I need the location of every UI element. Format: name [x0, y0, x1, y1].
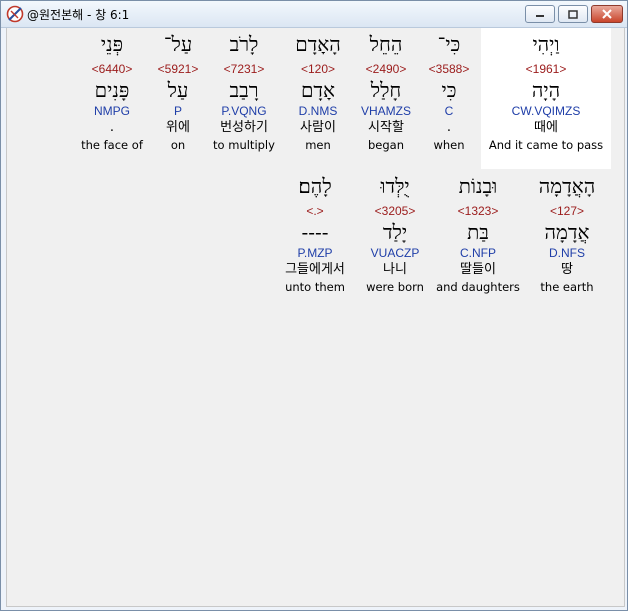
english-gloss: the earth	[540, 280, 594, 294]
hebrew-word: הָאֲדָמָה	[538, 174, 596, 198]
korean-gloss: 나니	[383, 262, 407, 277]
english-gloss: and daughters	[436, 280, 520, 294]
maximize-button[interactable]	[558, 5, 588, 23]
minimize-button[interactable]	[525, 5, 555, 23]
minimize-icon	[536, 15, 544, 17]
lexical-form: בַּת	[467, 220, 489, 244]
lexical-form: יָלַד	[382, 220, 408, 244]
interlinear-panel: וַיְהִי <1961> הָיָה CW.VQIMZS 때에 And it…	[6, 28, 625, 607]
morphology-code: NMPG	[94, 104, 130, 118]
title-bar[interactable]: @원전본해 - 창 6:1	[1, 1, 627, 28]
korean-gloss: 그들에게서	[285, 262, 345, 277]
korean-gloss: .	[109, 120, 115, 135]
hebrew-word: וַיְהִי	[532, 32, 560, 56]
morphology-code: C.NFP	[460, 246, 496, 260]
word-cell[interactable]: יֻלְּדוּ <3205> יָלַד VUACZP 나니 were bor…	[350, 174, 440, 296]
english-gloss: And it came to pass	[488, 138, 604, 152]
close-icon	[602, 9, 612, 19]
strong-number[interactable]: <3205>	[350, 204, 440, 220]
morphology-code: D.NFS	[549, 246, 585, 260]
english-gloss: unto them	[285, 280, 345, 294]
english-gloss: were born	[366, 280, 424, 294]
app-window: @원전본해 - 창 6:1 וַיְהִי <1961> הָיָה CW.VQ…	[0, 0, 628, 611]
strong-number[interactable]: <1323>	[428, 204, 528, 220]
word-cell[interactable]: וּבָנוֹת <1323> בַּת C.NFP 딸들이 and daugh…	[428, 174, 528, 296]
lexical-form: הָיָה	[531, 78, 561, 102]
maximize-icon	[568, 9, 578, 19]
hebrew-word: לָהֶם׃	[298, 174, 332, 198]
morphology-code: VUACZP	[370, 246, 420, 260]
word-cell[interactable]: פְּנֵי <6440> פָּנִים NMPG . the face of	[67, 32, 157, 154]
english-gloss: the face of	[81, 138, 143, 152]
strong-number[interactable]: <6440>	[67, 62, 157, 78]
lexical-form: ----	[301, 220, 329, 244]
strong-number[interactable]: <.>	[270, 204, 360, 220]
morphology-code: CW.VQIMZS	[511, 104, 581, 118]
word-cell[interactable]: וַיְהִי <1961> הָיָה CW.VQIMZS 때에 And it…	[481, 28, 611, 169]
korean-gloss: 땅	[561, 262, 573, 277]
korean-gloss: 딸들이	[460, 262, 496, 277]
morphology-code: P.MZP	[297, 246, 333, 260]
lexical-form: פָּנִים	[94, 78, 130, 102]
word-cell[interactable]: לָהֶם׃ <.> ---- P.MZP 그들에게서 unto them	[270, 174, 360, 296]
word-cell[interactable]: הָאֲדָמָה <127> אֲדָמָה D.NFS 땅 the eart…	[512, 174, 622, 296]
hebrew-word: פְּנֵי	[100, 32, 124, 56]
hebrew-word: וּבָנוֹת	[458, 174, 498, 198]
lexical-form: אֲדָמָה	[544, 220, 590, 244]
close-button[interactable]	[591, 5, 623, 23]
hebrew-word: יֻלְּדוּ	[380, 174, 410, 198]
korean-gloss: 때에	[534, 120, 558, 135]
window-title: @원전본해 - 창 6:1	[27, 8, 130, 22]
strong-number[interactable]: <1961>	[481, 62, 611, 78]
strong-number[interactable]: <127>	[512, 204, 622, 220]
app-logo-icon	[6, 5, 24, 23]
